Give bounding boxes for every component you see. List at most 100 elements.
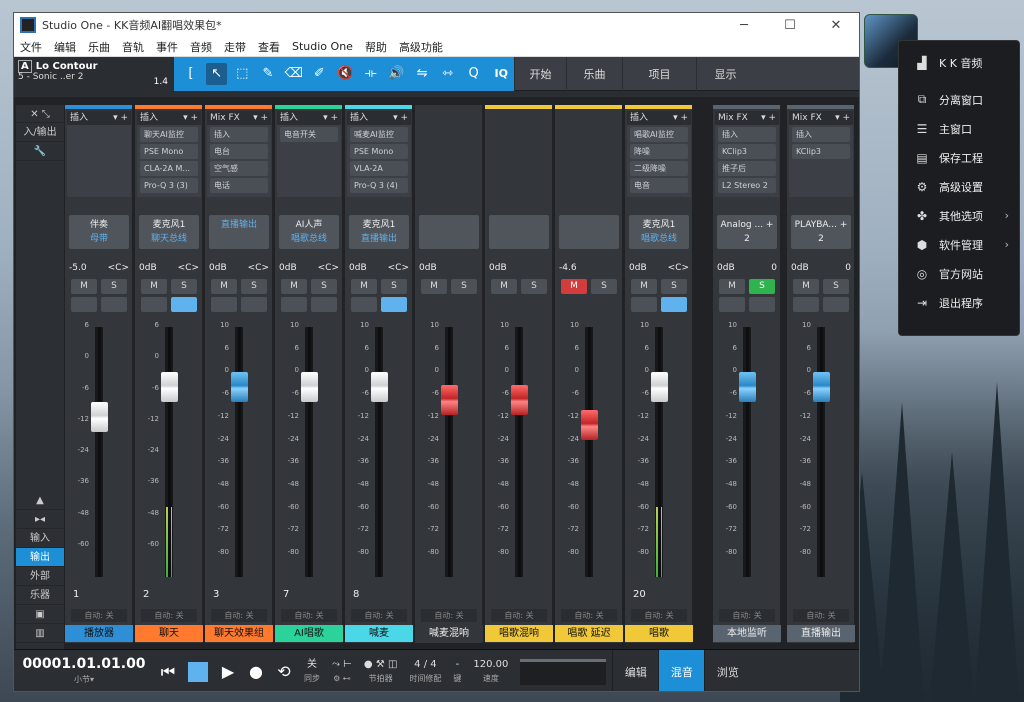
solo-button[interactable]: S xyxy=(823,279,849,294)
insert-header[interactable]: 插入 ▾ + xyxy=(277,111,341,125)
context-menu-item[interactable]: ▤ 保存工程 xyxy=(899,143,1019,172)
fader-knob[interactable] xyxy=(651,372,668,402)
fader-knob[interactable] xyxy=(231,372,248,402)
close-panel-icon[interactable]: ✕ ⤡ xyxy=(16,105,64,123)
mute-button[interactable]: M xyxy=(211,279,237,294)
fader[interactable]: 6 0 -6 -12 -24 -36 -48 -60 xyxy=(141,321,197,585)
solo-button[interactable]: S xyxy=(171,279,197,294)
rewind-icon[interactable]: ⏮ xyxy=(154,658,182,686)
nav-browse[interactable]: 浏览 xyxy=(704,649,750,691)
add-insert-icon[interactable]: ▾ + xyxy=(835,111,850,125)
fader-knob[interactable] xyxy=(441,384,458,415)
io-routing[interactable]: 麦克风1 聊天总线 xyxy=(139,215,199,249)
volume-value[interactable]: 0dB xyxy=(717,263,735,273)
automation-mode[interactable]: 自动: 关 xyxy=(719,609,775,622)
mute-button[interactable]: M xyxy=(491,279,517,294)
key-control[interactable]: -键 xyxy=(447,658,467,686)
add-insert-icon[interactable]: ▾ + xyxy=(183,111,198,125)
tool-4-icon[interactable]: ⌫ xyxy=(283,63,305,85)
left-item-output[interactable]: 输出 xyxy=(16,548,64,567)
show-button[interactable]: 显示 xyxy=(696,56,754,91)
io-routing[interactable] xyxy=(419,215,479,249)
insert-slot[interactable]: L2 Stereo 2 xyxy=(718,178,776,193)
context-menu-item[interactable]: ✤ 其他选项 › xyxy=(899,201,1019,230)
fader[interactable]: 10 6 0 -6 -12 -24 -36 -48 -60 -72 -80 xyxy=(561,321,617,585)
volume-value[interactable]: -5.0 xyxy=(69,263,87,273)
mute-button[interactable]: M xyxy=(793,279,819,294)
channel-name[interactable]: 唱歌 延迟 xyxy=(555,625,623,642)
expand-up-icon[interactable]: ▲ xyxy=(16,491,64,510)
insert-slot[interactable]: PSE Mono xyxy=(350,144,408,159)
monitor-button[interactable] xyxy=(749,297,775,312)
solo-button[interactable]: S xyxy=(311,279,337,294)
fader-knob[interactable] xyxy=(581,409,598,440)
context-menu-item[interactable]: ◎ 官方网站 xyxy=(899,259,1019,288)
play-icon[interactable]: ▶ xyxy=(214,658,242,686)
time-signature[interactable]: 4 / 4 时间修配 xyxy=(403,658,447,686)
automation-mode[interactable]: 自动: 关 xyxy=(561,609,617,622)
tool-6-icon[interactable]: 🔇 xyxy=(334,63,356,85)
monitor-button[interactable] xyxy=(661,297,687,312)
monitor-button[interactable] xyxy=(823,297,849,312)
volume-value[interactable]: 0dB xyxy=(349,263,367,273)
mute-button[interactable]: M xyxy=(71,279,97,294)
channel-name[interactable]: 播放器 xyxy=(65,625,133,642)
record-arm-button[interactable] xyxy=(141,297,167,312)
monitor-button[interactable] xyxy=(241,297,267,312)
solo-button[interactable]: S xyxy=(381,279,407,294)
menu-item-2[interactable]: 乐曲 xyxy=(82,39,116,55)
add-insert-icon[interactable]: ▾ + xyxy=(323,111,338,125)
monitor-button[interactable] xyxy=(101,297,127,312)
io-routing[interactable]: Analog ... + 2 xyxy=(717,215,777,249)
automation-mode[interactable]: 自动: 关 xyxy=(211,609,267,622)
fader[interactable]: 6 0 -6 -12 -24 -36 -48 -60 xyxy=(71,321,127,585)
mute-button[interactable]: M xyxy=(631,279,657,294)
insert-slot[interactable]: Pro-Q 3 (4) xyxy=(350,178,408,193)
pan-value[interactable]: <C> xyxy=(388,263,409,273)
pan-value[interactable]: 0 xyxy=(845,263,851,273)
insert-slot[interactable]: 空气感 xyxy=(210,161,268,176)
insert-slot[interactable]: 唱歌AI监控 xyxy=(630,127,688,142)
fader-knob[interactable] xyxy=(813,372,830,402)
solo-button[interactable]: S xyxy=(749,279,775,294)
tool-5-icon[interactable]: ✐ xyxy=(309,63,331,85)
record-arm-button[interactable] xyxy=(351,297,377,312)
fader-knob[interactable] xyxy=(739,372,756,402)
insert-slot[interactable]: 电音开关 xyxy=(280,127,338,142)
menu-item-5[interactable]: 音频 xyxy=(184,39,218,55)
io-routing[interactable]: AI人声 唱歌总线 xyxy=(279,215,339,249)
automation-mode[interactable]: 自动: 关 xyxy=(281,609,337,622)
record-arm-button[interactable] xyxy=(793,297,819,312)
tool-9-icon[interactable]: ⇋ xyxy=(411,63,433,85)
automation-mode[interactable]: 自动: 关 xyxy=(71,609,127,622)
fader[interactable]: 10 6 0 -6 -12 -24 -36 -48 -60 -72 -80 xyxy=(631,321,687,585)
channel-name[interactable]: 聊天效果组 xyxy=(205,625,273,642)
channel-name[interactable]: 唱歌 xyxy=(625,625,693,642)
fader[interactable]: 10 6 0 -6 -12 -24 -36 -48 -60 -72 -80 xyxy=(491,321,547,585)
tool-12-icon[interactable]: IQ xyxy=(488,67,514,80)
loop-icon[interactable]: ⟲ xyxy=(270,658,298,686)
metronome-control[interactable]: ● ⚒ ◫ 节拍器 xyxy=(358,658,404,686)
add-insert-icon[interactable]: ▾ + xyxy=(761,111,776,125)
io-routing[interactable]: 直播输出 xyxy=(209,215,269,249)
channel-name[interactable]: 喊麦 xyxy=(345,625,413,642)
nav-edit[interactable]: 编辑 xyxy=(612,649,658,691)
expand-width-icon[interactable]: ▸◂ xyxy=(16,510,64,529)
add-insert-icon[interactable]: ▾ + xyxy=(253,111,268,125)
fader[interactable]: 10 6 0 -6 -12 -24 -36 -48 -60 -72 -80 xyxy=(793,321,849,585)
io-routing[interactable]: 麦克风1 直播输出 xyxy=(349,215,409,249)
channel-name[interactable]: AI唱歌 xyxy=(275,625,343,642)
tempo-control[interactable]: 120.00 速度 xyxy=(467,658,514,686)
minimize-button[interactable]: ─ xyxy=(721,18,767,33)
pan-value[interactable]: <C> xyxy=(318,263,339,273)
pan-value[interactable]: 0 xyxy=(771,263,777,273)
add-insert-icon[interactable]: ▾ + xyxy=(113,111,128,125)
channel-name[interactable]: 聊天 xyxy=(135,625,203,642)
menu-item-4[interactable]: 事件 xyxy=(150,39,184,55)
pan-value[interactable]: <C> xyxy=(178,263,199,273)
left-item-external[interactable]: 外部 xyxy=(16,567,64,586)
record-arm-button[interactable] xyxy=(211,297,237,312)
fader-knob[interactable] xyxy=(161,372,178,402)
menu-item-7[interactable]: 查看 xyxy=(252,39,286,55)
tool-7-icon[interactable]: ⟛ xyxy=(360,63,382,85)
